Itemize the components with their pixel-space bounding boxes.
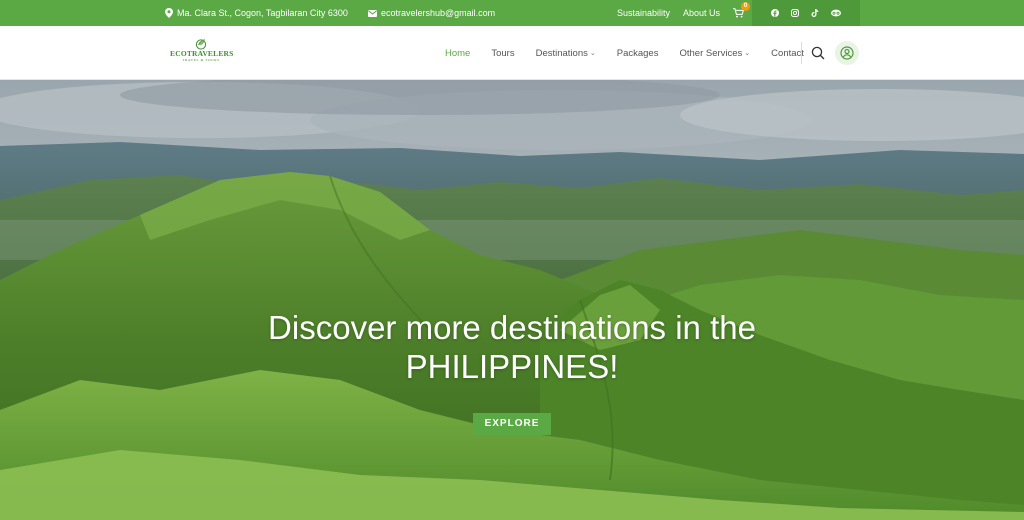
nav-contact-label: Contact: [771, 47, 804, 59]
main-nav: Home Tours Destinations ⌄ Packages Other …: [445, 26, 804, 80]
search-icon: [811, 46, 825, 60]
nav-other-services-label: Other Services: [679, 47, 743, 59]
facebook-icon[interactable]: [771, 9, 779, 17]
account-button[interactable]: [835, 41, 859, 65]
instagram-icon[interactable]: [791, 9, 799, 17]
sustainability-link[interactable]: Sustainability: [617, 8, 670, 18]
chevron-down-icon: ⌄: [744, 50, 751, 57]
site-logo[interactable]: ECOTRAVELERS TRAVEL & TOURS: [170, 38, 234, 70]
nav-destinations[interactable]: Destinations ⌄: [536, 48, 596, 59]
top-bar: Ma. Clara St., Cogon, Tagbilaran City 63…: [0, 0, 1024, 26]
nav-home-label: Home: [445, 47, 471, 59]
tripadvisor-icon[interactable]: [831, 9, 841, 17]
hero-title-line1: Discover more destinations in the: [268, 309, 756, 346]
chevron-down-icon: ⌄: [589, 50, 596, 57]
nav-home[interactable]: Home: [445, 48, 470, 59]
nav-contact[interactable]: Contact: [771, 48, 804, 59]
main-header: ECOTRAVELERS TRAVEL & TOURS Home Tours D…: [0, 26, 1024, 80]
address-text: Ma. Clara St., Cogon, Tagbilaran City 63…: [177, 8, 348, 18]
nav-packages-label: Packages: [616, 47, 659, 59]
email-link[interactable]: ecotravelershub@gmail.com: [381, 8, 495, 18]
nav-other-services[interactable]: Other Services ⌄: [679, 48, 750, 59]
mountain-landscape-image: [0, 80, 1024, 520]
nav-tours-label: Tours: [491, 47, 515, 59]
logo-brand-text: ECOTRAVELERS: [170, 49, 234, 58]
explore-button[interactable]: EXPLORE: [473, 413, 551, 435]
location-pin-icon: [165, 8, 173, 18]
social-links: [752, 0, 860, 26]
top-links: Sustainability About Us 0: [617, 0, 751, 26]
search-button[interactable]: [810, 45, 826, 61]
header-divider: [801, 42, 802, 64]
about-us-link[interactable]: About Us: [683, 8, 720, 18]
nav-destinations-label: Destinations: [535, 47, 588, 59]
logo-tagline: TRAVEL & TOURS: [182, 58, 220, 62]
user-icon: [840, 46, 854, 60]
hero-title: Discover more destinations in the PHILIP…: [0, 308, 1024, 386]
tiktok-icon[interactable]: [811, 9, 819, 17]
nav-tours[interactable]: Tours: [491, 48, 514, 59]
cart-button[interactable]: 0: [733, 2, 751, 18]
contact-info: Ma. Clara St., Cogon, Tagbilaran City 63…: [165, 0, 495, 26]
email-icon: [367, 9, 377, 17]
hero-title-line2: PHILIPPINES!: [405, 348, 619, 385]
cart-count-badge: 0: [741, 2, 751, 11]
hero-banner: Discover more destinations in the PHILIP…: [0, 80, 1024, 520]
nav-packages[interactable]: Packages: [617, 48, 659, 59]
